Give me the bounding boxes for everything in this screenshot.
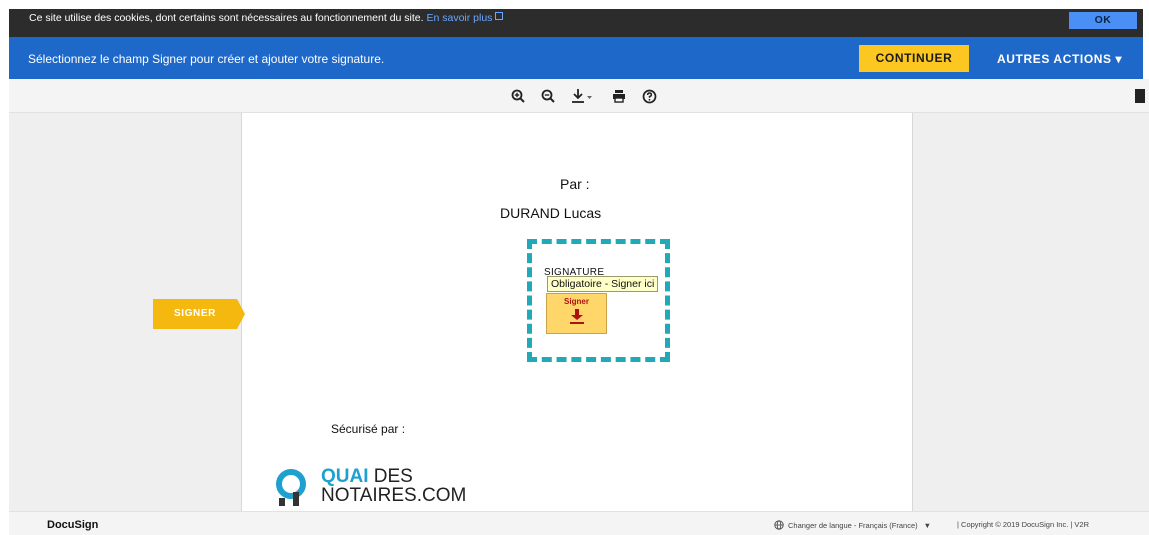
external-link-icon — [495, 12, 504, 20]
logo-line2: NOTAIRES.COM — [321, 485, 467, 506]
more-actions-button[interactable]: AUTRES ACTIONS ▾ — [997, 52, 1122, 66]
logo-rest: DES — [368, 466, 413, 487]
par-label: Par : — [560, 176, 590, 192]
cookie-ok-button[interactable]: OK — [1069, 12, 1137, 29]
signer-name: DURAND Lucas — [500, 205, 602, 221]
sign-button-label: Signer — [564, 297, 589, 306]
document-page: Par : DURAND Lucas SIGNATURE Obligatoire… — [241, 113, 913, 511]
instruction-message: Sélectionnez le champ Signer pour créer … — [28, 52, 385, 66]
footer-brand: DocuSign — [47, 519, 99, 531]
help-icon[interactable] — [639, 86, 659, 106]
document-viewer: Par : DURAND Lucas SIGNATURE Obligatoire… — [9, 113, 1149, 511]
save-icon[interactable] — [1135, 89, 1145, 103]
zoom-out-icon[interactable] — [538, 86, 558, 106]
logo-accent: QUAI — [321, 466, 369, 487]
zoom-in-icon[interactable] — [508, 86, 528, 106]
globe-icon — [774, 520, 784, 530]
action-bar: Sélectionnez le champ Signer pour créer … — [9, 37, 1143, 79]
quai-des-notaires-logo-icon — [276, 469, 306, 506]
download-arrow-icon — [570, 309, 584, 324]
footer: DocuSign Changer de langue - Français (F… — [9, 511, 1149, 535]
signer-tab-label: SIGNER — [174, 308, 216, 319]
print-icon[interactable] — [609, 86, 629, 106]
language-label: Changer de langue - Français (France) — [788, 520, 918, 530]
download-icon[interactable] — [569, 86, 597, 106]
copyright: | Copyright © 2019 DocuSign Inc. | V2R — [957, 520, 1089, 529]
chevron-down-icon: ▼ — [923, 520, 932, 530]
continue-button[interactable]: CONTINUER — [859, 45, 969, 72]
language-selector[interactable]: Changer de langue - Français (France) ▼ — [774, 520, 931, 530]
sign-here-button[interactable]: Signer — [546, 293, 607, 334]
secured-by-label: Sécurisé par : — [331, 422, 406, 436]
signature-field-highlight[interactable]: SIGNATURE Obligatoire - Signer ici Signe… — [527, 239, 670, 362]
learn-more-link[interactable]: En savoir plus — [426, 12, 492, 24]
signer-tab[interactable]: SIGNER — [153, 299, 245, 329]
document-toolbar — [9, 79, 1149, 113]
cookie-text: Ce site utilise des cookies, dont certai… — [29, 12, 424, 24]
cookie-message: Ce site utilise des cookies, dont certai… — [29, 12, 504, 24]
cookie-banner: Ce site utilise des cookies, dont certai… — [9, 9, 1143, 37]
cookie-bar: Ce site utilise des cookies, dont certai… — [0, 0, 1149, 37]
required-tooltip: Obligatoire - Signer ici — [547, 276, 659, 292]
